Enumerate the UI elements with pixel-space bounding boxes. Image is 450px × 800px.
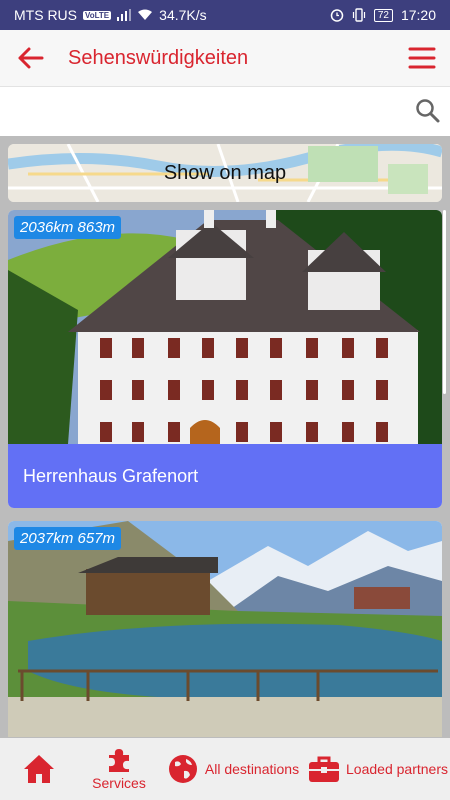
search-icon (416, 99, 440, 123)
nav-loaded-partners-label: Loaded partners (346, 761, 448, 777)
search-button[interactable] (414, 97, 442, 125)
status-bar: MTS RUS VoLTE 34.7K/s 72 17:20 (0, 0, 450, 30)
nav-home-button[interactable] (0, 738, 78, 800)
menu-button[interactable] (394, 30, 450, 86)
attraction-photo (8, 521, 442, 737)
briefcase-icon (309, 756, 340, 782)
attraction-photo (8, 210, 442, 444)
attraction-card[interactable]: 2037km 657m (8, 521, 442, 737)
puzzle-icon (109, 749, 129, 772)
search-bar (0, 86, 450, 136)
globe-icon (168, 755, 197, 783)
app-bar: Sehenswürdigkeiten (0, 30, 450, 86)
carrier-name: MTS RUS (14, 7, 77, 23)
signal-icon (117, 9, 132, 21)
search-input[interactable] (0, 87, 400, 135)
bottom-navigation: Services All destinations Loaded partner… (0, 738, 450, 800)
nav-all-destinations-button[interactable]: All destinations (160, 738, 306, 800)
show-on-map-button[interactable]: Show on map (8, 144, 442, 202)
back-button[interactable] (0, 30, 60, 86)
volte-badge: VoLTE (83, 10, 112, 20)
home-icon (24, 755, 54, 783)
alarm-icon (330, 9, 344, 22)
attraction-card[interactable]: 2036km 863m Herrenhaus Grafenort (8, 210, 442, 508)
clock: 17:20 (400, 7, 436, 23)
page-title: Sehenswürdigkeiten (68, 46, 249, 69)
battery-indicator: 72 (373, 8, 393, 22)
nav-loaded-partners-button[interactable]: Loaded partners (306, 738, 450, 800)
arrow-left-icon (18, 47, 44, 69)
nav-all-destinations-label: All destinations (204, 761, 300, 777)
hamburger-menu-icon (408, 47, 436, 69)
attraction-title: Herrenhaus Grafenort (8, 444, 442, 508)
nav-services-button[interactable]: Services (78, 738, 160, 800)
scrollbar[interactable] (443, 210, 446, 394)
wifi-icon (138, 9, 153, 20)
network-speed: 34.7K/s (159, 7, 207, 23)
distance-badge: 2037km 657m (14, 527, 122, 550)
show-on-map-label: Show on map (163, 161, 287, 184)
nav-services-label: Services (92, 775, 146, 791)
distance-badge: 2036km 863m (14, 216, 122, 239)
vibrate-icon (352, 8, 365, 22)
